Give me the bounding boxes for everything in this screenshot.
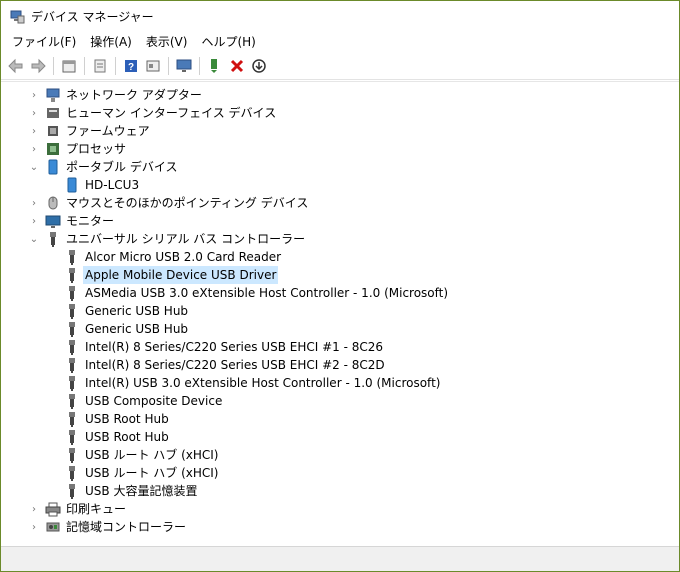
forward-icon[interactable]	[27, 55, 49, 77]
toolbar-separator	[84, 57, 85, 75]
tree-label: ネットワーク アダプター	[66, 88, 202, 102]
tree-label: Intel(R) 8 Series/C220 Series USB EHCI #…	[85, 340, 384, 354]
properties-icon[interactable]	[58, 55, 80, 77]
usb-icon	[64, 411, 80, 427]
chevron-right-icon[interactable]: ›	[29, 125, 39, 137]
usb-icon	[64, 393, 80, 409]
status-bar	[1, 546, 679, 571]
tree-label: ユニバーサル シリアル バス コントローラー	[66, 232, 306, 246]
tree-label: USB ルート ハブ (xHCI)	[85, 448, 219, 462]
usb-icon	[64, 249, 80, 265]
uninstall-icon[interactable]	[226, 55, 248, 77]
tree-label: Generic USB Hub	[85, 304, 189, 318]
tree-label: USB Root Hub	[85, 430, 169, 444]
device-manager-app-icon	[10, 10, 25, 24]
usb-icon	[45, 231, 61, 247]
printer-icon	[45, 501, 61, 517]
tree-label: Intel(R) 8 Series/C220 Series USB EHCI #…	[85, 358, 385, 372]
menu-file[interactable]: ファイル(F)	[5, 31, 83, 53]
chevron-right-icon[interactable]: ›	[29, 107, 39, 119]
svg-text:?: ?	[128, 62, 134, 73]
toolbar-separator	[168, 57, 169, 75]
tree-label: ファームウェア	[66, 124, 150, 138]
chevron-right-icon[interactable]: ›	[29, 89, 39, 101]
tree-label: Alcor Micro USB 2.0 Card Reader	[85, 250, 282, 264]
tree-label: USB ルート ハブ (xHCI)	[85, 466, 219, 480]
chevron-right-icon[interactable]: ›	[29, 215, 39, 227]
toolbar-separator	[115, 57, 116, 75]
network-adapter-icon	[45, 87, 61, 103]
processor-icon	[45, 141, 61, 157]
usb-icon	[64, 267, 80, 283]
install-icon[interactable]	[248, 55, 270, 77]
chevron-right-icon[interactable]: ›	[29, 503, 39, 515]
chevron-down-icon[interactable]: ⌄	[29, 161, 39, 173]
menu-help[interactable]: ヘルプ(H)	[194, 31, 262, 53]
usb-icon	[64, 303, 80, 319]
usb-icon	[64, 285, 80, 301]
tree-label: USB Root Hub	[85, 412, 169, 426]
usb-icon	[64, 483, 80, 499]
mouse-icon	[45, 195, 61, 211]
title-bar: デバイス マネージャー	[1, 1, 679, 31]
usb-icon	[64, 357, 80, 373]
usb-icon	[64, 339, 80, 355]
tree-label: USB Composite Device	[85, 394, 223, 408]
help-icon[interactable]: ?	[120, 55, 142, 77]
portable-device-icon	[64, 177, 80, 193]
tree-label: モニター	[66, 214, 115, 228]
update-driver-icon[interactable]	[204, 55, 226, 77]
monitor-icon	[45, 213, 61, 229]
usb-icon	[64, 429, 80, 445]
monitor-icon[interactable]	[173, 55, 195, 77]
device-manager-window: デバイス マネージャー ファイル(F) 操作(A) 表示(V) ヘルプ(H) ?	[0, 0, 680, 572]
portable-device-icon	[45, 159, 61, 175]
tree-label: 記憶域コントローラー	[66, 520, 187, 534]
tree-label: ASMedia USB 3.0 eXtensible Host Controll…	[85, 286, 449, 300]
chevron-right-icon[interactable]: ›	[29, 197, 39, 209]
tree-label: ポータブル デバイス	[66, 160, 178, 174]
usb-icon	[64, 321, 80, 337]
menu-view[interactable]: 表示(V)	[139, 31, 195, 53]
toolbar-separator	[199, 57, 200, 75]
tree-label: マウスとそのほかのポインティング デバイス	[66, 196, 309, 210]
toolbar: ?	[1, 53, 679, 80]
tree-label: ヒューマン インターフェイス デバイス	[66, 106, 277, 120]
hid-icon	[45, 105, 61, 121]
toolbar-separator	[53, 57, 54, 75]
tree-label: プロセッサ	[66, 142, 127, 156]
chevron-down-icon[interactable]: ⌄	[29, 233, 39, 245]
chevron-right-icon[interactable]: ›	[29, 521, 39, 533]
tree-label: USB 大容量記憶装置	[85, 484, 198, 498]
menu-action[interactable]: 操作(A)	[83, 31, 139, 53]
window-title: デバイス マネージャー	[31, 9, 154, 24]
list-icon[interactable]	[89, 55, 111, 77]
tree-label: 印刷キュー	[66, 502, 127, 516]
device-tree: › ネットワーク アダプター › ヒューマン インターフェイス デバイス › フ…	[1, 81, 679, 548]
back-icon[interactable]	[5, 55, 27, 77]
firmware-icon	[45, 123, 61, 139]
usb-icon	[64, 375, 80, 391]
usb-icon	[64, 465, 80, 481]
storage-controller-icon	[45, 519, 61, 535]
tree-label: HD-LCU3	[85, 178, 140, 192]
chevron-right-icon[interactable]: ›	[29, 143, 39, 155]
tree-label: Generic USB Hub	[85, 322, 189, 336]
usb-icon	[64, 447, 80, 463]
view-icon[interactable]	[142, 55, 164, 77]
tree-label: Apple Mobile Device USB Driver	[83, 266, 279, 284]
menu-bar: ファイル(F) 操作(A) 表示(V) ヘルプ(H)	[1, 31, 679, 53]
tree-label: Intel(R) USB 3.0 eXtensible Host Control…	[85, 376, 441, 390]
